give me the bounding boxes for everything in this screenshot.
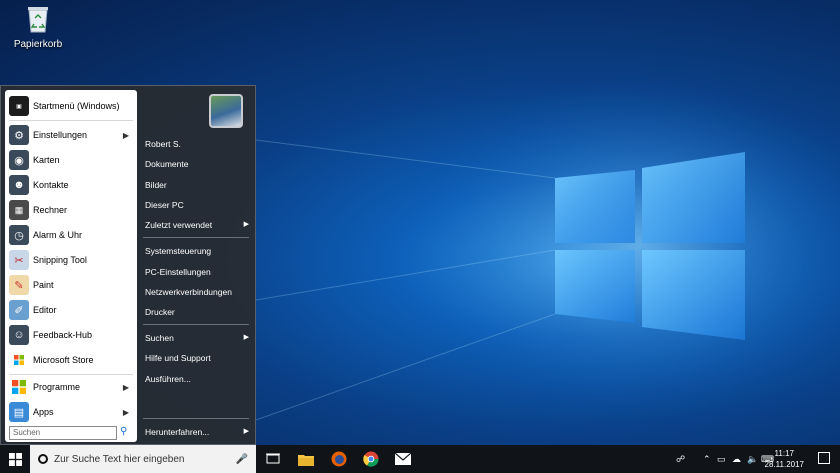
- app-item-microsoft-store[interactable]: Microsoft Store: [7, 348, 135, 372]
- apps-icon: ▤: [9, 402, 29, 422]
- place-recent[interactable]: Zuletzt verwendet ▶: [145, 217, 249, 233]
- divider: [9, 120, 133, 121]
- app-label: Kontakte: [33, 180, 69, 190]
- clock-icon: ◷: [9, 225, 29, 245]
- recycle-bin-icon: [28, 7, 48, 33]
- app-item-programme[interactable]: Programme ▶: [7, 375, 135, 399]
- chrome-icon[interactable]: [362, 450, 380, 468]
- app-label: Rechner: [33, 205, 68, 215]
- place-label: Suchen: [145, 333, 174, 343]
- notepad-icon: ✐: [9, 300, 29, 320]
- taskbar: Zur Suche Text hier eingeben 🎤 ☍ ⌃ ▭ ☁ 🔈…: [0, 445, 840, 473]
- app-item-apps[interactable]: ▤ Apps ▶: [7, 400, 135, 424]
- app-item-kontakte[interactable]: ☻ Kontakte: [7, 173, 135, 197]
- app-label: Snipping Tool: [33, 255, 87, 265]
- cortana-icon: [38, 454, 48, 464]
- app-item-einstellungen[interactable]: ⚙ Einstellungen ▶: [7, 123, 135, 147]
- taskbar-search-placeholder: Zur Suche Text hier eingeben: [54, 453, 185, 465]
- start-menu: ▣ Startmenü (Windows) ⚙ Einstellungen ▶ …: [0, 85, 256, 445]
- clock-time: 11:17: [774, 449, 794, 458]
- people-tray-icon[interactable]: ☍: [676, 445, 685, 473]
- app-item-alarm[interactable]: ◷ Alarm & Uhr: [7, 223, 135, 247]
- divider: [143, 324, 249, 325]
- chevron-right-icon: ▶: [243, 428, 249, 435]
- place-network[interactable]: Netzwerkverbindungen: [145, 284, 249, 300]
- app-item-snipping-tool[interactable]: ✂ Snipping Tool: [7, 248, 135, 272]
- place-documents[interactable]: Dokumente: [145, 156, 249, 172]
- app-item-karten[interactable]: ◉ Karten: [7, 148, 135, 172]
- network-icon[interactable]: ▭: [717, 445, 726, 473]
- app-label: Microsoft Store: [33, 355, 94, 365]
- chevron-right-icon: ▶: [122, 407, 129, 417]
- gear-icon: ⚙: [9, 125, 29, 145]
- place-this-pc[interactable]: Dieser PC: [145, 197, 249, 213]
- store-icon: [9, 350, 29, 370]
- app-item-paint[interactable]: ✎ Paint: [7, 273, 135, 297]
- chevron-right-icon: ▶: [243, 334, 249, 341]
- app-label: Alarm & Uhr: [33, 230, 83, 240]
- scissors-icon: ✂: [9, 250, 29, 270]
- chevron-up-icon[interactable]: ⌃: [703, 445, 711, 473]
- place-label: Zuletzt verwendet: [145, 220, 213, 230]
- microphone-icon[interactable]: 🎤: [236, 454, 248, 465]
- mail-icon[interactable]: [394, 450, 412, 468]
- app-label: Paint: [33, 280, 54, 290]
- volume-icon[interactable]: 🔈: [747, 445, 758, 473]
- start-menu-app-list: ▣ Startmenü (Windows) ⚙ Einstellungen ▶ …: [5, 90, 137, 442]
- shutdown-button[interactable]: Herunterfahren... ▶: [145, 424, 249, 440]
- place-search[interactable]: Suchen ▶: [145, 330, 249, 346]
- taskbar-clock[interactable]: 11:17 28.11.2017: [765, 448, 804, 470]
- place-printers[interactable]: Drucker: [145, 304, 249, 320]
- recycle-bin-shortcut[interactable]: Papierkorb: [12, 4, 64, 50]
- task-view-icon[interactable]: [264, 450, 282, 468]
- place-help[interactable]: Hilfe und Support: [145, 350, 249, 366]
- app-item-editor[interactable]: ✐ Editor: [7, 298, 135, 322]
- start-menu-places: Robert S. Dokumente Bilder Dieser PC Zul…: [139, 86, 255, 444]
- place-run[interactable]: Ausführen...: [145, 371, 249, 387]
- clock-date: 28.11.2017: [764, 460, 804, 469]
- start-button[interactable]: [0, 445, 30, 473]
- app-label: Startmenü (Windows): [33, 101, 120, 111]
- start-logo-icon: ▣: [9, 96, 29, 116]
- firefox-icon[interactable]: [330, 450, 348, 468]
- maps-icon: ◉: [9, 150, 29, 170]
- app-item-rechner[interactable]: ▦ Rechner: [7, 198, 135, 222]
- file-explorer-icon[interactable]: [297, 450, 315, 468]
- onedrive-icon[interactable]: ☁: [732, 445, 741, 473]
- chevron-right-icon: ▶: [243, 221, 249, 228]
- people-icon: ☻: [9, 175, 29, 195]
- windows-logo-icon: [8, 452, 22, 466]
- app-label: Karten: [33, 155, 60, 165]
- place-control-panel[interactable]: Systemsteuerung: [145, 243, 249, 259]
- paint-icon: ✎: [9, 275, 29, 295]
- feedback-icon: ☺: [9, 325, 29, 345]
- app-label: Feedback-Hub: [33, 330, 93, 340]
- place-pictures[interactable]: Bilder: [145, 177, 249, 193]
- place-label: Herunterfahren...: [145, 427, 210, 437]
- place-pc-settings[interactable]: PC-Einstellungen: [145, 264, 249, 280]
- app-label: Einstellungen: [33, 130, 88, 140]
- app-item-feedback-hub[interactable]: ☺ Feedback-Hub: [7, 323, 135, 347]
- user-avatar[interactable]: [209, 94, 243, 128]
- divider: [143, 418, 249, 419]
- search-icon[interactable]: ⚲: [120, 426, 134, 440]
- divider: [143, 237, 249, 238]
- place-user[interactable]: Robert S.: [145, 136, 249, 152]
- start-search-input[interactable]: Suchen: [9, 426, 117, 440]
- app-label: Editor: [33, 305, 57, 315]
- chevron-right-icon: ▶: [122, 382, 129, 392]
- chevron-right-icon: ▶: [122, 130, 129, 140]
- calculator-icon: ▦: [9, 200, 29, 220]
- recycle-bin-label: Papierkorb: [13, 39, 63, 50]
- app-item-startmenu[interactable]: ▣ Startmenü (Windows): [7, 94, 135, 118]
- app-label: Programme: [33, 382, 81, 392]
- action-center-icon[interactable]: [818, 452, 830, 464]
- windows-flag-icon: [9, 377, 29, 397]
- taskbar-search-box[interactable]: Zur Suche Text hier eingeben 🎤: [30, 445, 256, 473]
- app-label: Apps: [33, 407, 54, 417]
